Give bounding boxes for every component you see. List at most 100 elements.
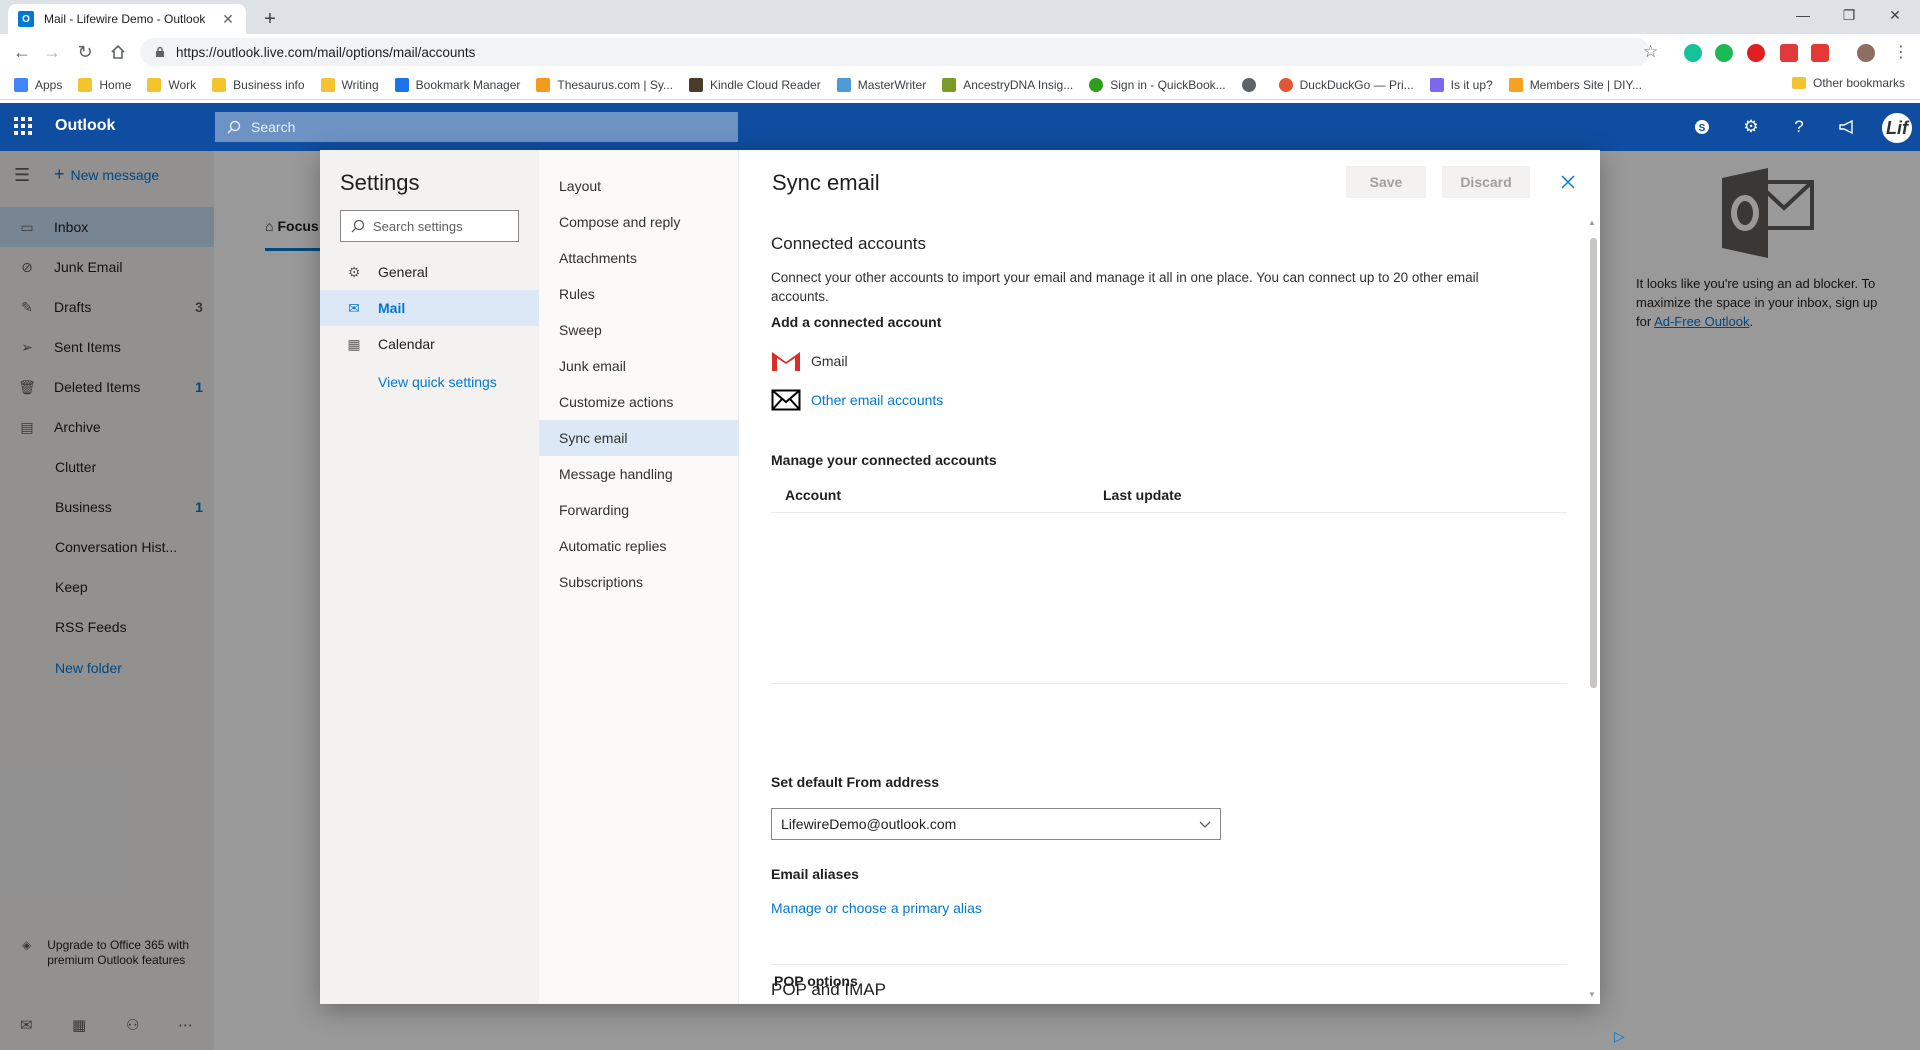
bookmark-item[interactable]: Thesaurus.com | Sy... [536,77,673,92]
mail-section-forwarding[interactable]: Forwarding [539,492,739,528]
bookmark-item[interactable]: AncestryDNA Insig... [942,77,1073,92]
browser-menu-icon[interactable]: ⋮ [1893,42,1909,62]
default-from-dropdown[interactable]: LifewireDemo@outlook.com [771,808,1221,840]
new-tab-button[interactable]: + [256,5,284,33]
mail-section-compose-and-reply[interactable]: Compose and reply [539,204,739,240]
forward-button[interactable]: → [40,40,64,64]
gmail-label: Gmail [811,353,848,369]
bookmark-label: Business info [233,77,305,92]
bookmark-item[interactable]: Business info [212,77,305,92]
gmail-account-option[interactable]: Gmail [771,350,848,372]
restore-button[interactable]: ❐ [1826,0,1872,30]
settings-search-input[interactable] [373,218,513,234]
settings-category-calendar[interactable]: ▦ Calendar [320,326,539,362]
mail-section-attachments[interactable]: Attachments [539,240,739,276]
reload-button[interactable]: ↻ [73,40,97,64]
outlook-brand[interactable]: Outlook [55,117,115,135]
bookmark-item[interactable]: Kindle Cloud Reader [688,77,821,92]
other-bookmarks[interactable]: Other bookmarks [1792,76,1905,90]
bookmark-label: Sign in - QuickBook... [1110,77,1226,92]
settings-category-mail[interactable]: ✉ Mail [320,290,539,326]
bookmark-item[interactable]: Writing [320,77,379,92]
settings-category-label: Mail [378,300,406,316]
pocket-extension-icon[interactable] [1811,44,1829,62]
address-bar[interactable]: https://outlook.live.com/mail/options/ma… [140,38,1650,66]
bookmark-item[interactable] [1241,77,1263,92]
mail-section-layout[interactable]: Layout [539,168,739,204]
bookmark-item[interactable]: Apps [14,77,62,92]
other-bookmarks-label: Other bookmarks [1813,76,1906,90]
save-button[interactable]: Save [1346,166,1426,198]
bookmark-label: Thesaurus.com | Sy... [557,77,673,92]
close-icon[interactable] [1556,170,1580,194]
settings-search-box[interactable] [340,210,519,242]
mail-section-subscriptions[interactable]: Subscriptions [539,564,739,600]
other-email-accounts-option[interactable]: Other email accounts [771,389,943,411]
bookmark-item[interactable]: Home [78,77,131,92]
user-avatar[interactable]: Lif [1880,111,1914,145]
mail-section-junk-email[interactable]: Junk email [539,348,739,384]
profile-avatar[interactable] [1857,44,1875,62]
skype-icon[interactable]: S [1690,115,1714,139]
kindle-icon [688,77,703,92]
outlook-favicon-icon: O [18,11,34,27]
mail-section-automatic-replies[interactable]: Automatic replies [539,528,739,564]
pane-title: Sync email [772,170,880,195]
folder-icon [1792,77,1806,89]
ancestry-icon [942,77,957,92]
help-icon[interactable]: ? [1787,115,1811,139]
bookmark-item[interactable]: Members Site | DIY... [1508,77,1642,92]
bookmark-item[interactable]: Is it up? [1429,77,1493,92]
column-account[interactable]: Account [785,487,841,503]
feedback-megaphone-icon[interactable] [1835,115,1859,139]
mail-section-sync-email[interactable]: Sync email [539,420,739,456]
bookmark-item[interactable]: Sign in - QuickBook... [1089,77,1226,92]
minimize-button[interactable]: — [1780,0,1826,30]
mail-section-customize-actions[interactable]: Customize actions [539,384,739,420]
manage-accounts-heading: Manage your connected accounts [771,452,997,468]
email-aliases-heading: Email aliases [771,866,859,882]
bookmark-label: Work [168,77,197,92]
duckduckgo-icon [1278,77,1293,92]
bookmark-item[interactable]: MasterWriter [836,77,926,92]
bookmark-item[interactable]: DuckDuckGo — Pri... [1278,77,1414,92]
adchoices-icon[interactable]: ▷ [1614,1028,1625,1045]
connected-accounts-description: Connect your other accounts to import yo… [771,270,1479,304]
mail-section-message-handling[interactable]: Message handling [539,456,739,492]
bookmark-item[interactable]: Work [147,77,197,92]
scroll-down-icon[interactable]: ▼ [1588,990,1596,999]
chevron-down-icon [1199,821,1211,828]
mail-section-rules[interactable]: Rules [539,276,739,312]
bookmark-label: Members Site | DIY... [1529,77,1642,92]
sync-email-content[interactable]: Connected accounts Connect your other ac… [739,214,1587,1004]
close-window-button[interactable]: ✕ [1872,0,1918,30]
settings-gear-icon[interactable]: ⚙ [1739,115,1763,139]
add-account-heading: Add a connected account [771,314,942,330]
scroll-up-icon[interactable]: ▲ [1588,218,1596,227]
mail-section-sweep[interactable]: Sweep [539,312,739,348]
bookmark-label: Kindle Cloud Reader [709,77,821,92]
settings-category-general[interactable]: ⚙ General [320,254,539,290]
grammarly-extension-icon[interactable] [1684,44,1702,62]
bookmark-item[interactable]: Bookmark Manager [394,77,520,92]
home-icon[interactable] [106,40,130,64]
tab-close-icon[interactable]: ✕ [220,11,236,28]
mail-icon: ✉ [348,299,360,316]
search-icon [351,219,365,233]
bookmarks-bar: Apps Home Work Business info Writing Bookmark… [0,70,1920,100]
envelope-icon [771,389,801,411]
column-last-update[interactable]: Last update [1103,487,1182,503]
browser-tab[interactable]: O Mail - Lifewire Demo - Outlook ✕ [8,4,246,34]
ublock-extension-icon[interactable] [1747,44,1765,62]
app-launcher-icon[interactable] [14,117,32,135]
mail-search-box[interactable]: Search [215,112,738,142]
scrollbar-thumb[interactable] [1590,238,1597,688]
view-quick-settings-link[interactable]: View quick settings [378,374,497,390]
back-button[interactable]: ← [10,40,34,64]
bookmark-star-icon[interactable]: ☆ [1643,42,1658,62]
discard-button[interactable]: Discard [1442,166,1530,198]
acrobat-extension-icon[interactable] [1780,44,1798,62]
manage-alias-link[interactable]: Manage or choose a primary alias [771,900,982,916]
bookmark-label: Writing [341,77,379,92]
evernote-extension-icon[interactable] [1715,44,1733,62]
